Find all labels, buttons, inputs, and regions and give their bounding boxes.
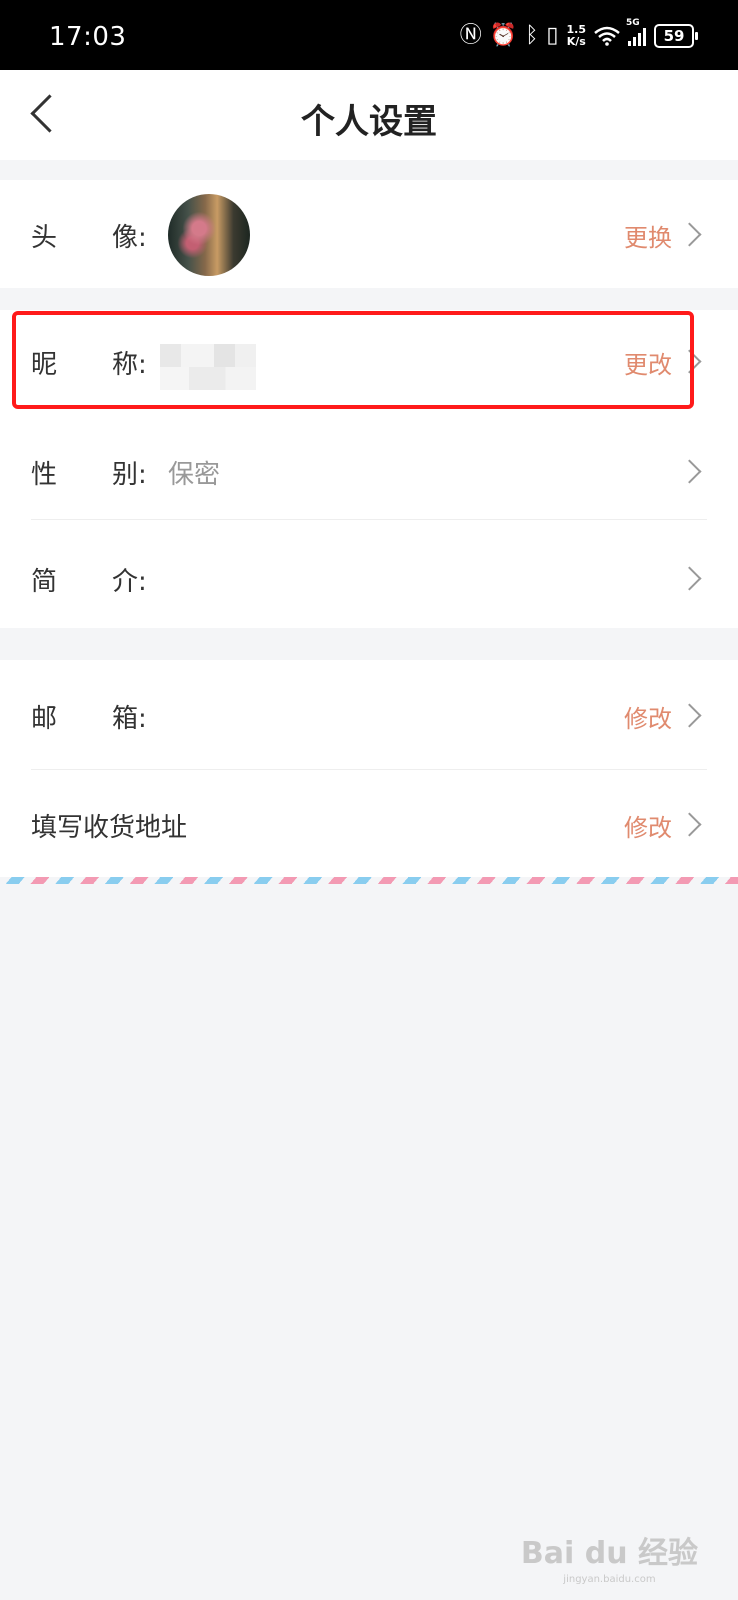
chevron-right-icon	[677, 566, 702, 591]
baidu-watermark: Bai du 经验 jingyan.baidu.com	[521, 1528, 698, 1585]
nickname-value-redacted	[160, 344, 256, 390]
watermark-text: Bai du 经验	[520, 1536, 698, 1571]
contact-section: 邮 箱: 修改 填写收货地址 修改	[0, 660, 738, 877]
cellular-signal: 5G	[626, 18, 646, 46]
nickname-row[interactable]: 昵 称: 更改	[0, 310, 738, 410]
watermark-url: jingyan.baidu.com	[563, 1574, 656, 1585]
bluetooth-icon: ᛒ	[525, 23, 539, 48]
avatar-section: 头 像: 更换	[0, 180, 738, 288]
chevron-right-icon	[677, 812, 702, 837]
bio-label-1: 简	[31, 567, 58, 597]
chevron-right-icon	[677, 222, 702, 247]
status-time: 17:03	[49, 22, 127, 52]
gender-value: 保密	[168, 460, 221, 490]
gender-row[interactable]: 性 别: 保密	[0, 410, 738, 520]
address-label: 填写收货地址	[31, 813, 188, 843]
avatar-label-2: 像:	[112, 223, 147, 253]
change-avatar-link[interactable]: 更换	[624, 218, 672, 253]
status-bar: 17:03 Ⓝ ⏰ ᛒ ▯ 1.5 K/s 5G 59	[0, 0, 738, 70]
bio-label-2: 介:	[112, 567, 147, 597]
nickname-label-1: 昵	[31, 350, 58, 380]
email-row[interactable]: 邮 箱: 修改	[0, 660, 738, 770]
profile-section: 昵 称: 更改 性 别: 保密 简 介:	[0, 310, 738, 628]
avatar[interactable]	[168, 194, 250, 276]
change-email-link[interactable]: 修改	[624, 699, 672, 734]
vibrate-icon: ▯	[546, 23, 559, 48]
address-row[interactable]: 填写收货地址 修改	[0, 770, 738, 877]
network-speed: 1.5 K/s	[567, 24, 587, 48]
nickname-label-2: 称:	[112, 350, 147, 380]
email-label-2: 箱:	[112, 704, 147, 734]
chevron-right-icon	[677, 703, 702, 728]
gender-label-2: 别:	[112, 460, 147, 490]
change-address-link[interactable]: 修改	[624, 808, 672, 843]
network-type: 5G	[626, 18, 640, 28]
chevron-right-icon	[677, 459, 702, 484]
network-speed-unit: K/s	[566, 35, 586, 48]
page-title: 个人设置	[301, 102, 437, 142]
gender-label-1: 性	[31, 460, 58, 490]
change-nickname-link[interactable]: 更改	[624, 345, 672, 380]
status-icons: Ⓝ ⏰ ᛒ ▯ 1.5 K/s 5G 59	[459, 18, 698, 48]
battery-icon: 59	[654, 24, 698, 48]
email-label-1: 邮	[31, 704, 58, 734]
avatar-label-1: 头	[31, 223, 58, 253]
nav-bar: 个人设置	[0, 70, 738, 160]
bio-row[interactable]: 简 介:	[0, 520, 738, 628]
alarm-icon: ⏰	[489, 23, 518, 48]
signal-bars-icon	[628, 26, 646, 46]
avatar-row[interactable]: 头 像: 更换	[0, 180, 738, 288]
nfc-icon: Ⓝ	[459, 23, 482, 48]
wifi-icon	[594, 26, 620, 46]
envelope-stripe-divider	[0, 877, 738, 884]
chevron-right-icon	[677, 349, 702, 374]
